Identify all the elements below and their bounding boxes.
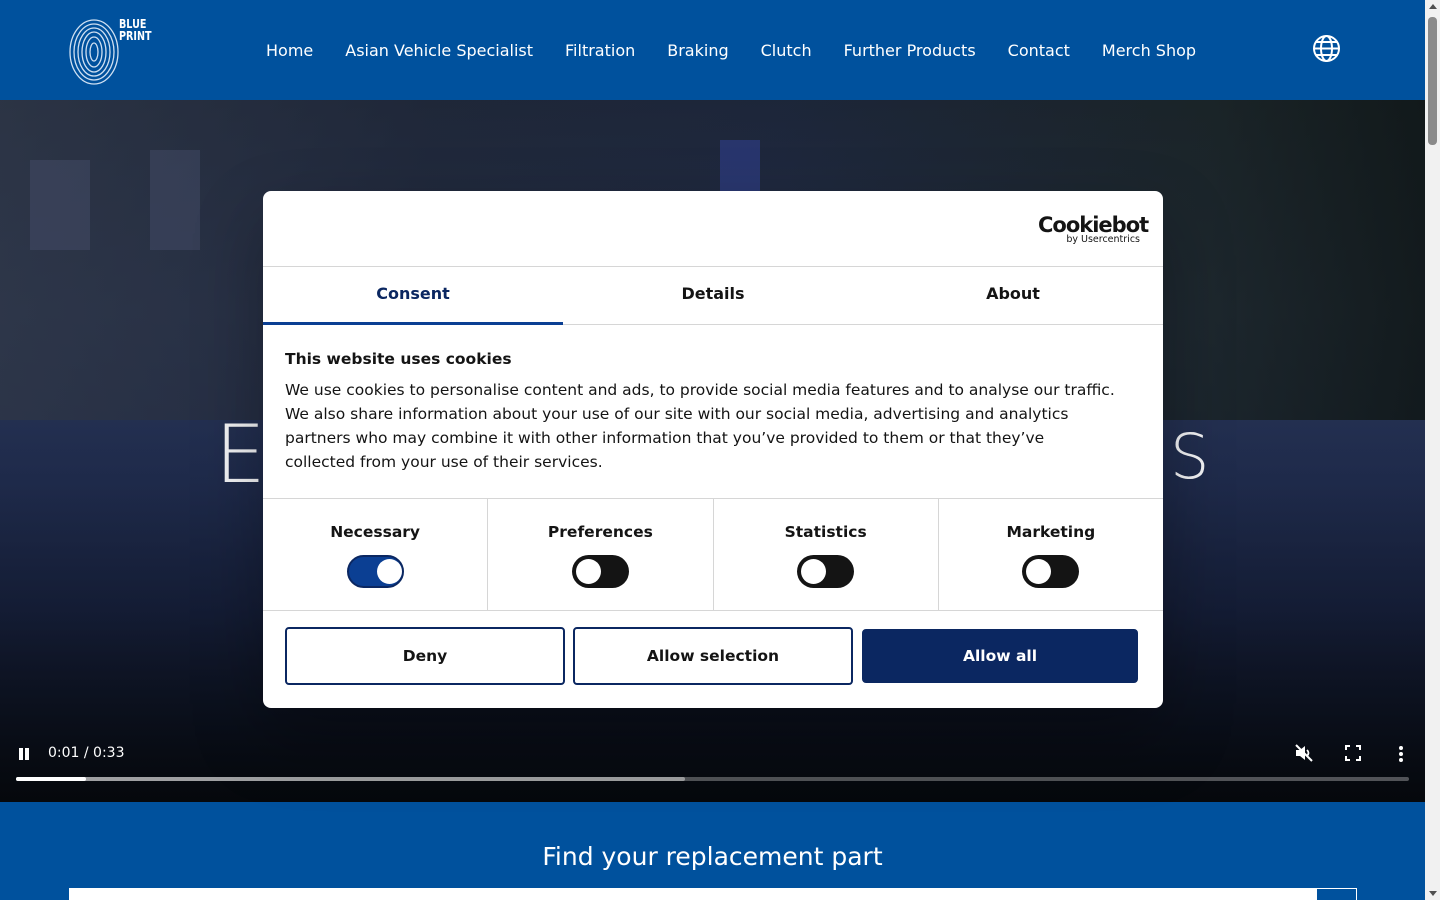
- nav-asian-vehicle-specialist[interactable]: Asian Vehicle Specialist: [329, 41, 549, 60]
- cookie-consent-dialog: Cookiebot by Usercentrics Consent Detail…: [263, 191, 1163, 708]
- consent-toggles: Necessary Preferences Statistics Marketi…: [263, 498, 1163, 611]
- toggle-cell-preferences: Preferences: [488, 499, 714, 610]
- scroll-thumb[interactable]: [1428, 17, 1437, 145]
- allow-all-button[interactable]: Allow all: [862, 629, 1138, 683]
- toggle-cell-statistics: Statistics: [714, 499, 939, 610]
- toggle-label-preferences: Preferences: [547, 523, 653, 541]
- nav-contact[interactable]: Contact: [992, 41, 1086, 60]
- nav-merch-shop[interactable]: Merch Shop: [1086, 41, 1212, 60]
- find-part-input[interactable]: [69, 888, 1316, 900]
- hero-headline-right: S: [1170, 420, 1214, 493]
- page-scrollbar[interactable]: [1425, 0, 1440, 900]
- video-progress-bar[interactable]: [16, 777, 1409, 781]
- site-header: BLUE PRINT Home Asian Vehicle Specialist…: [0, 0, 1425, 100]
- hero-window: [150, 150, 200, 250]
- svg-text:PRINT: PRINT: [119, 29, 152, 43]
- nav-home[interactable]: Home: [250, 41, 329, 60]
- dialog-body: This website uses cookies We use cookies…: [285, 350, 1115, 474]
- toggle-knob: [1026, 559, 1052, 584]
- video-buffer-bar: [16, 777, 685, 781]
- allow-selection-button[interactable]: Allow selection: [573, 627, 853, 685]
- nav-filtration[interactable]: Filtration: [549, 41, 651, 60]
- toggle-knob: [575, 559, 601, 584]
- dialog-buttons: Deny Allow selection Allow all: [285, 627, 1141, 685]
- tab-about[interactable]: About: [863, 267, 1163, 324]
- dialog-description: We use cookies to personalise content an…: [285, 381, 1115, 471]
- scroll-down-arrow-icon[interactable]: [1429, 891, 1437, 896]
- dialog-title: This website uses cookies: [285, 350, 512, 368]
- video-played-bar: [16, 777, 86, 781]
- nav-further-products[interactable]: Further Products: [828, 41, 992, 60]
- fullscreen-icon[interactable]: [1345, 745, 1361, 761]
- toggle-label-statistics: Statistics: [784, 523, 867, 541]
- toggle-knob: [376, 559, 402, 584]
- cookiebot-logo: Cookiebot by Usercentrics: [1038, 213, 1149, 247]
- toggle-label-marketing: Marketing: [1006, 523, 1096, 541]
- tab-details[interactable]: Details: [563, 267, 863, 324]
- toggle-statistics[interactable]: [797, 555, 855, 588]
- search-icon[interactable]: [1316, 888, 1357, 900]
- deny-button[interactable]: Deny: [285, 627, 565, 685]
- more-vertical-icon[interactable]: [1397, 745, 1405, 763]
- video-time: 0:01 / 0:33: [48, 745, 125, 761]
- cookiebot-brand-sub: by Usercentrics: [1066, 234, 1140, 245]
- toggle-preferences[interactable]: [571, 555, 629, 588]
- toggle-cell-necessary: Necessary: [263, 499, 489, 610]
- dialog-header: Cookiebot by Usercentrics: [263, 191, 1163, 267]
- fingerprint-logo-icon[interactable]: BLUE PRINT: [68, 12, 152, 88]
- toggle-knob: [801, 559, 827, 584]
- toggle-necessary[interactable]: [346, 555, 404, 588]
- hero-headline-left: E: [215, 408, 270, 501]
- nav-clutch[interactable]: Clutch: [745, 41, 828, 60]
- find-part-section: Find your replacement part: [0, 802, 1425, 900]
- hero-window: [30, 160, 90, 250]
- tab-consent[interactable]: Consent: [263, 267, 563, 325]
- find-part-title: Find your replacement part: [542, 842, 883, 871]
- pause-icon[interactable]: [18, 748, 30, 760]
- toggle-marketing[interactable]: [1022, 555, 1080, 588]
- toggle-cell-marketing: Marketing: [939, 499, 1163, 610]
- toggle-label-necessary: Necessary: [330, 523, 421, 541]
- nav-braking[interactable]: Braking: [651, 41, 744, 60]
- scroll-up-arrow-icon[interactable]: [1429, 4, 1437, 9]
- main-nav: Home Asian Vehicle Specialist Filtration…: [250, 0, 1212, 100]
- dialog-tabs: Consent Details About: [263, 267, 1163, 325]
- muted-icon[interactable]: [1294, 743, 1314, 763]
- globe-icon[interactable]: [1312, 34, 1341, 63]
